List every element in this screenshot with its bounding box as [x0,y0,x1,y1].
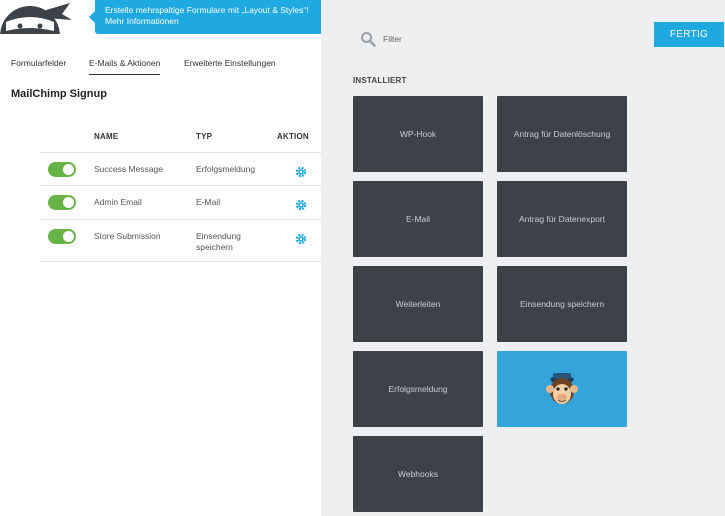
left-panel: Erstelle mehrspaltige Formulare mit „Lay… [0,0,321,516]
form-title: MailChimp Signup [11,88,107,100]
action-name: Store Submission [94,231,161,241]
action-tile-success-message[interactable]: Erfolgsmeldung [353,351,483,427]
table-row: Success Message Erfolgsmeldung [40,152,321,185]
gear-icon[interactable] [295,232,307,245]
table-row: Admin Email E-Mail [40,185,321,219]
action-tile-delete-data-request[interactable]: Antrag für Datenlöschung [497,96,627,172]
ninja-logo-icon [0,0,80,34]
action-toggle[interactable] [48,195,76,210]
column-header-action: AKTION [277,132,309,141]
more-info-link[interactable]: Mehr Informationen [105,16,321,27]
table-row: Store Submission Einsendung speichern [40,219,321,261]
action-tile-wp-hook[interactable]: WP-Hook [353,96,483,172]
action-tile-export-data-request[interactable]: Antrag für Datenexport [497,181,627,257]
action-name: Admin Email [94,197,142,207]
action-tile-webhooks[interactable]: Webhooks [353,436,483,512]
tab-advanced-settings[interactable]: Erweiterte Einstellungen [184,58,276,68]
done-button[interactable]: FERTIG [654,22,724,47]
column-header-type: TYP [196,132,213,141]
table-divider [40,261,321,262]
search-icon [360,31,376,47]
filter-input[interactable] [383,32,583,46]
installed-section-label: INSTALLIERT [353,76,407,85]
mailchimp-freddie-icon [544,367,580,411]
action-tile-redirect[interactable]: Weiterleiten [353,266,483,342]
action-tile-email[interactable]: E-Mail [353,181,483,257]
promo-banner-text: Erstelle mehrspaltige Formulare mit „Lay… [105,5,309,15]
tab-form-fields[interactable]: Formularfelder [11,58,66,68]
action-tile-store-submission[interactable]: Einsendung speichern [497,266,627,342]
gear-icon[interactable] [295,165,307,178]
column-header-name: NAME [94,132,119,141]
action-toggle[interactable] [48,229,76,244]
action-name: Success Message [94,164,163,174]
action-type: Einsendung speichern [196,231,241,252]
tab-emails-actions[interactable]: E-Mails & Aktionen [89,58,161,75]
action-type: E-Mail [196,197,221,207]
action-toggle[interactable] [48,162,76,177]
action-tile-mailchimp[interactable] [497,351,627,427]
gear-icon[interactable] [295,198,307,211]
action-type: Erfolgsmeldung [196,164,256,174]
promo-banner[interactable]: Erstelle mehrspaltige Formulare mit „Lay… [89,0,321,34]
